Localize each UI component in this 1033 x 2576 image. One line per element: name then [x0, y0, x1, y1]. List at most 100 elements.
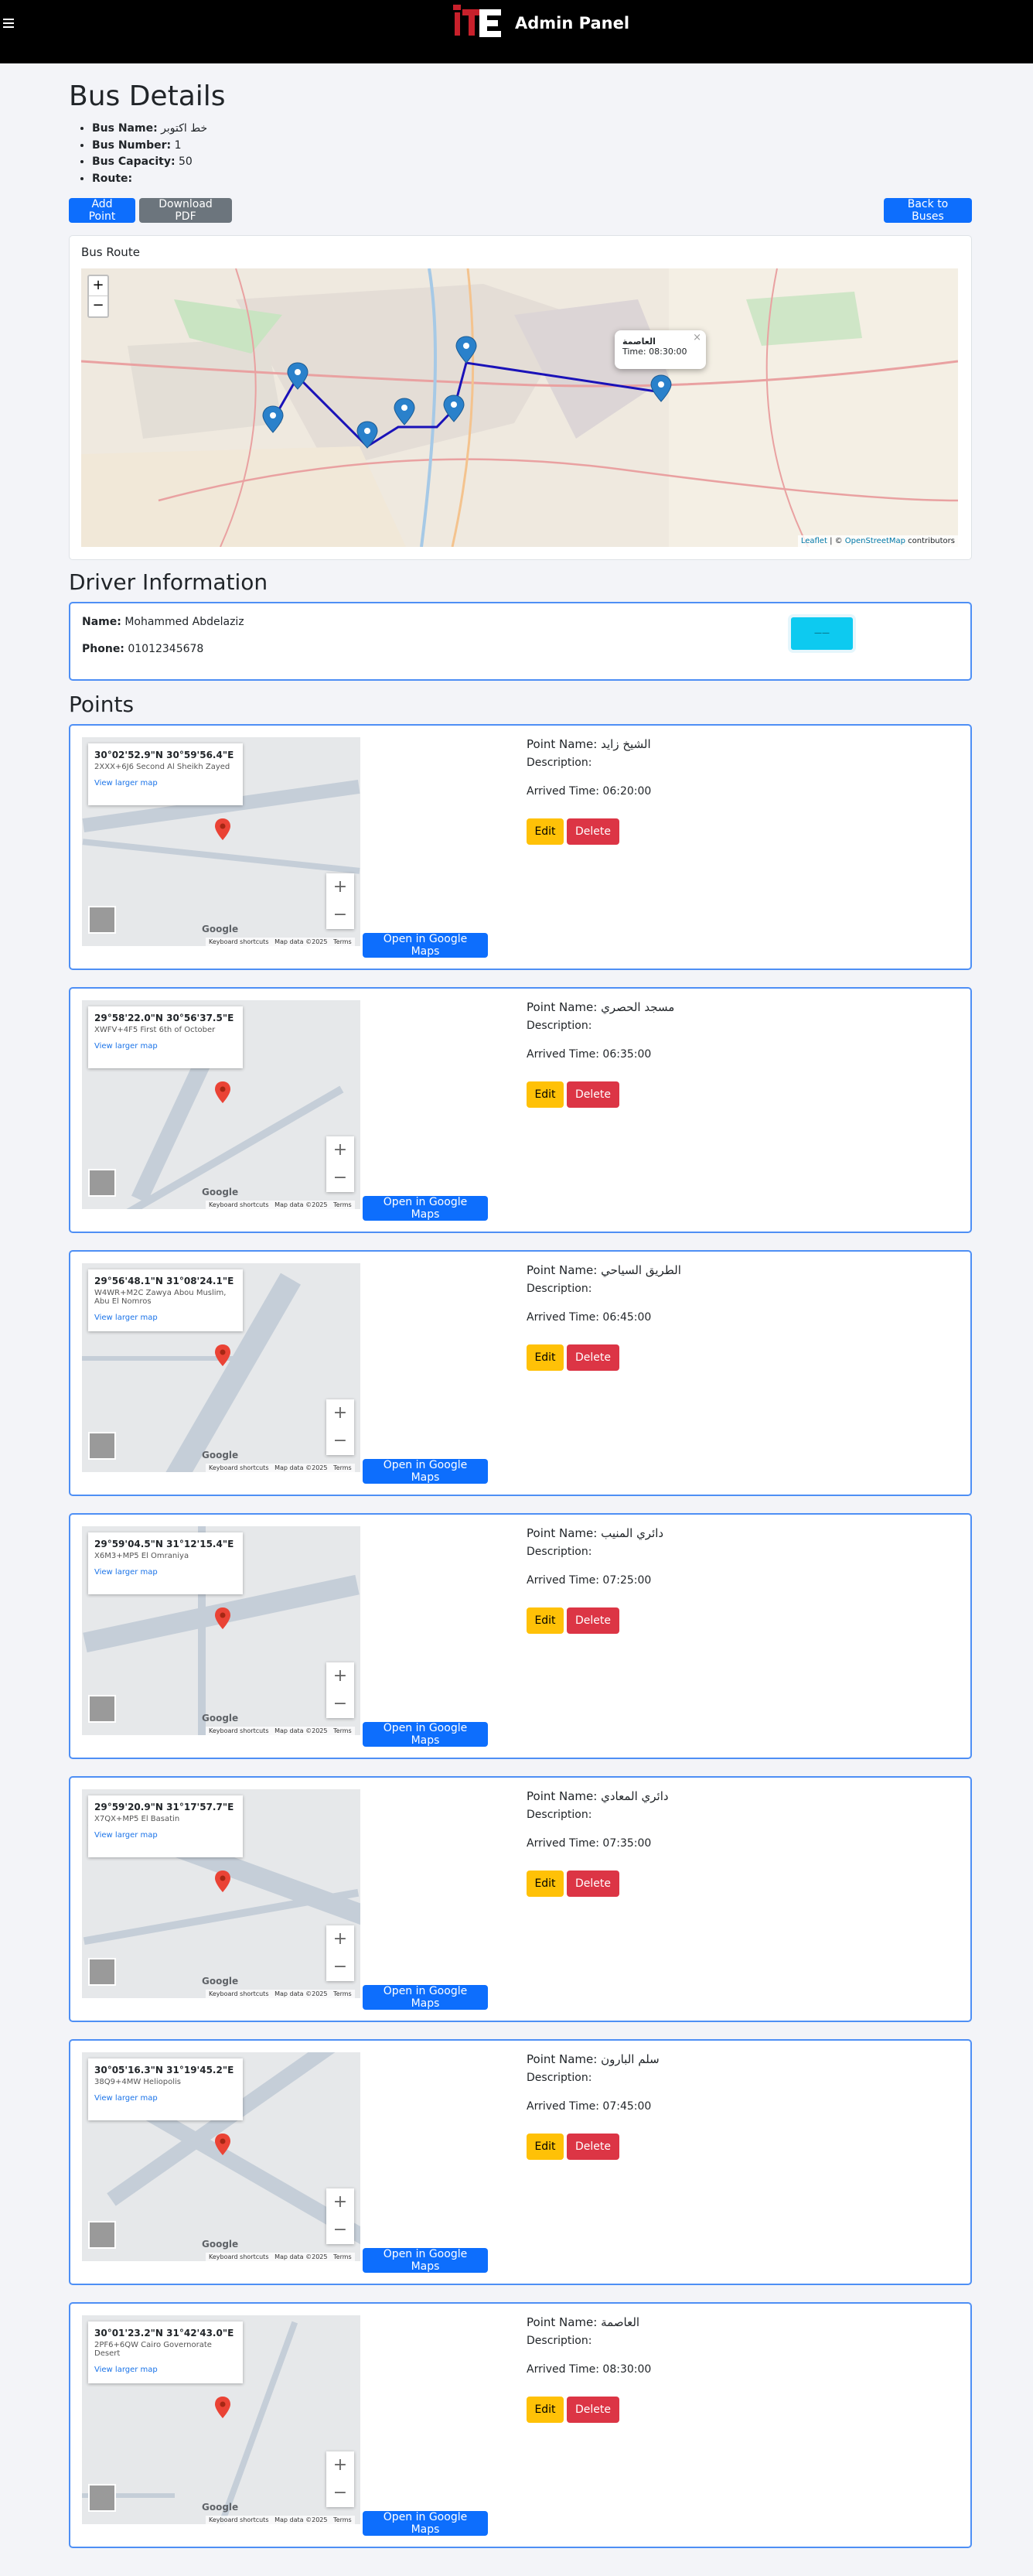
point-map-embed[interactable]: 30°02'52.9"N 30°59'56.4"E 2XXX+6J6 Secon…: [82, 737, 360, 946]
map-pin-icon: [215, 1607, 230, 1629]
delete-point-button[interactable]: Delete: [567, 1081, 619, 1108]
delete-point-button[interactable]: Delete: [567, 2134, 619, 2160]
point-map-embed[interactable]: 29°59'20.9"N 31°17'57.7"E X7QX+MP5 El Ba…: [82, 1789, 360, 1998]
edit-point-button[interactable]: Edit: [527, 1607, 564, 1634]
map-data-text: Map data ©2025: [274, 2253, 328, 2260]
open-google-maps-button[interactable]: Open in Google Maps: [363, 2511, 488, 2536]
view-larger-map-link[interactable]: View larger map: [94, 2094, 237, 2103]
edit-point-button[interactable]: Edit: [527, 1871, 564, 1897]
map-layer-thumbnail[interactable]: [88, 1432, 116, 1460]
point-address: X6M3+MP5 El Omraniya: [94, 1552, 189, 1560]
open-google-maps-button[interactable]: Open in Google Maps: [363, 933, 488, 958]
driver-name: Name: Mohammed Abdelaziz: [82, 616, 244, 628]
view-larger-map-link[interactable]: View larger map: [94, 1831, 237, 1840]
keyboard-shortcuts-link[interactable]: Keyboard shortcuts: [209, 1727, 268, 1734]
zoom-out-icon[interactable]: −: [326, 1690, 354, 1718]
zoom-out-icon[interactable]: −: [326, 1427, 354, 1455]
map-zoom-controls: + −: [326, 1662, 354, 1718]
view-larger-map-link[interactable]: View larger map: [94, 1314, 237, 1322]
point-map-embed[interactable]: 30°01'23.2"N 31°42'43.0"E 2PF6+6QW Cairo…: [82, 2315, 360, 2524]
keyboard-shortcuts-link[interactable]: Keyboard shortcuts: [209, 1464, 268, 1471]
zoom-out-icon[interactable]: −: [326, 1953, 354, 1981]
view-larger-map-link[interactable]: View larger map: [94, 1568, 237, 1577]
map-layer-thumbnail[interactable]: [88, 2484, 116, 2512]
zoom-out-icon[interactable]: −: [326, 901, 354, 929]
point-map-embed[interactable]: 29°56'48.1"N 31°08'24.1"E W4WR+M2C Zawya…: [82, 1263, 360, 1472]
map-footer: Keyboard shortcuts Map data ©2025 Terms: [206, 1464, 355, 1472]
leaflet-link[interactable]: Leaflet: [801, 537, 827, 545]
point-coordinates: 29°56'48.1"N 31°08'24.1"E: [94, 1276, 234, 1286]
terms-link[interactable]: Terms: [333, 1727, 352, 1734]
edit-point-button[interactable]: Edit: [527, 1344, 564, 1371]
menu-icon[interactable]: [3, 19, 14, 29]
zoom-out-icon[interactable]: −: [326, 2479, 354, 2507]
osm-link[interactable]: OpenStreetMap: [845, 537, 905, 545]
zoom-out-icon[interactable]: −: [326, 1164, 354, 1192]
map-layer-thumbnail[interactable]: [88, 906, 116, 934]
point-map-embed[interactable]: 29°59'04.5"N 31°12'15.4"E X6M3+MP5 El Om…: [82, 1526, 360, 1735]
download-pdf-button[interactable]: Download PDF: [139, 198, 232, 223]
open-google-maps-button[interactable]: Open in Google Maps: [363, 1459, 488, 1484]
zoom-in-icon[interactable]: +: [326, 1399, 354, 1427]
popup-title: العاصمة: [622, 337, 656, 347]
map-layer-thumbnail[interactable]: [88, 1695, 116, 1723]
terms-link[interactable]: Terms: [333, 1201, 352, 1208]
point-address: X7QX+MP5 El Basatin: [94, 1815, 180, 1823]
open-google-maps-button[interactable]: Open in Google Maps: [363, 2248, 488, 2273]
view-larger-map-link[interactable]: View larger map: [94, 1042, 237, 1051]
keyboard-shortcuts-link[interactable]: Keyboard shortcuts: [209, 1990, 268, 1997]
point-address: XWFV+4F5 First 6th of October: [94, 1026, 216, 1034]
add-point-button[interactable]: Add Point: [69, 198, 135, 223]
open-google-maps-button[interactable]: Open in Google Maps: [363, 1985, 488, 2010]
zoom-out-icon[interactable]: −: [326, 2216, 354, 2244]
view-larger-map-link[interactable]: View larger map: [94, 779, 237, 787]
route-map[interactable]: + − × العاصمة Time: 08:30:00 Leaflet | ©…: [81, 268, 958, 547]
point-arrived-time: Arrived Time: 06:20:00: [527, 785, 652, 798]
keyboard-shortcuts-link[interactable]: Keyboard shortcuts: [209, 2253, 268, 2260]
terms-link[interactable]: Terms: [333, 1464, 352, 1471]
edit-point-button[interactable]: Edit: [527, 818, 564, 845]
zoom-in-icon[interactable]: +: [326, 873, 354, 901]
map-zoom-in-button[interactable]: +: [89, 276, 107, 296]
bus-details-list: Bus Name: خط اكتوبر Bus Number: 1 Bus Ca…: [92, 121, 207, 187]
terms-link[interactable]: Terms: [333, 938, 352, 945]
route-map-canvas: [81, 268, 958, 547]
keyboard-shortcuts-link[interactable]: Keyboard shortcuts: [209, 1201, 268, 1208]
keyboard-shortcuts-link[interactable]: Keyboard shortcuts: [209, 938, 268, 945]
zoom-in-icon[interactable]: +: [326, 2188, 354, 2216]
zoom-in-icon[interactable]: +: [326, 1925, 354, 1953]
edit-point-button[interactable]: Edit: [527, 2134, 564, 2160]
map-layer-thumbnail[interactable]: [88, 1169, 116, 1197]
point-map-embed[interactable]: 29°58'22.0"N 30°56'37.5"E XWFV+4F5 First…: [82, 1000, 360, 1209]
attribution-separator: | ©: [827, 537, 845, 545]
zoom-in-icon[interactable]: +: [326, 1662, 354, 1690]
point-card: 30°02'52.9"N 30°59'56.4"E 2XXX+6J6 Secon…: [69, 724, 972, 970]
terms-link[interactable]: Terms: [333, 1990, 352, 1997]
map-data-text: Map data ©2025: [274, 1990, 328, 1997]
zoom-in-icon[interactable]: +: [326, 2451, 354, 2479]
driver-action-button[interactable]: ——: [791, 617, 853, 650]
delete-point-button[interactable]: Delete: [567, 1607, 619, 1634]
delete-point-button[interactable]: Delete: [567, 2397, 619, 2423]
delete-point-button[interactable]: Delete: [567, 1344, 619, 1371]
edit-point-button[interactable]: Edit: [527, 1081, 564, 1108]
map-info-box: 29°59'04.5"N 31°12'15.4"E X6M3+MP5 El Om…: [88, 1532, 243, 1594]
back-to-buses-button[interactable]: Back to Buses: [884, 198, 972, 223]
view-larger-map-link[interactable]: View larger map: [94, 2366, 237, 2374]
edit-point-button[interactable]: Edit: [527, 2397, 564, 2423]
delete-point-button[interactable]: Delete: [567, 1871, 619, 1897]
zoom-in-icon[interactable]: +: [326, 1136, 354, 1164]
open-google-maps-button[interactable]: Open in Google Maps: [363, 1722, 488, 1747]
terms-link[interactable]: Terms: [333, 2253, 352, 2260]
driver-section-title: Driver Information: [69, 569, 268, 595]
map-layer-thumbnail[interactable]: [88, 1958, 116, 1986]
map-zoom-out-button[interactable]: −: [89, 296, 107, 316]
keyboard-shortcuts-link[interactable]: Keyboard shortcuts: [209, 2516, 268, 2523]
popup-close-icon[interactable]: ×: [693, 332, 701, 343]
open-google-maps-button[interactable]: Open in Google Maps: [363, 1196, 488, 1221]
point-coordinates: 30°02'52.9"N 30°59'56.4"E: [94, 750, 234, 760]
map-layer-thumbnail[interactable]: [88, 2221, 116, 2249]
terms-link[interactable]: Terms: [333, 2516, 352, 2523]
delete-point-button[interactable]: Delete: [567, 818, 619, 845]
point-map-embed[interactable]: 30°05'16.3"N 31°19'45.2"E 38Q9+4MW Helio…: [82, 2052, 360, 2261]
